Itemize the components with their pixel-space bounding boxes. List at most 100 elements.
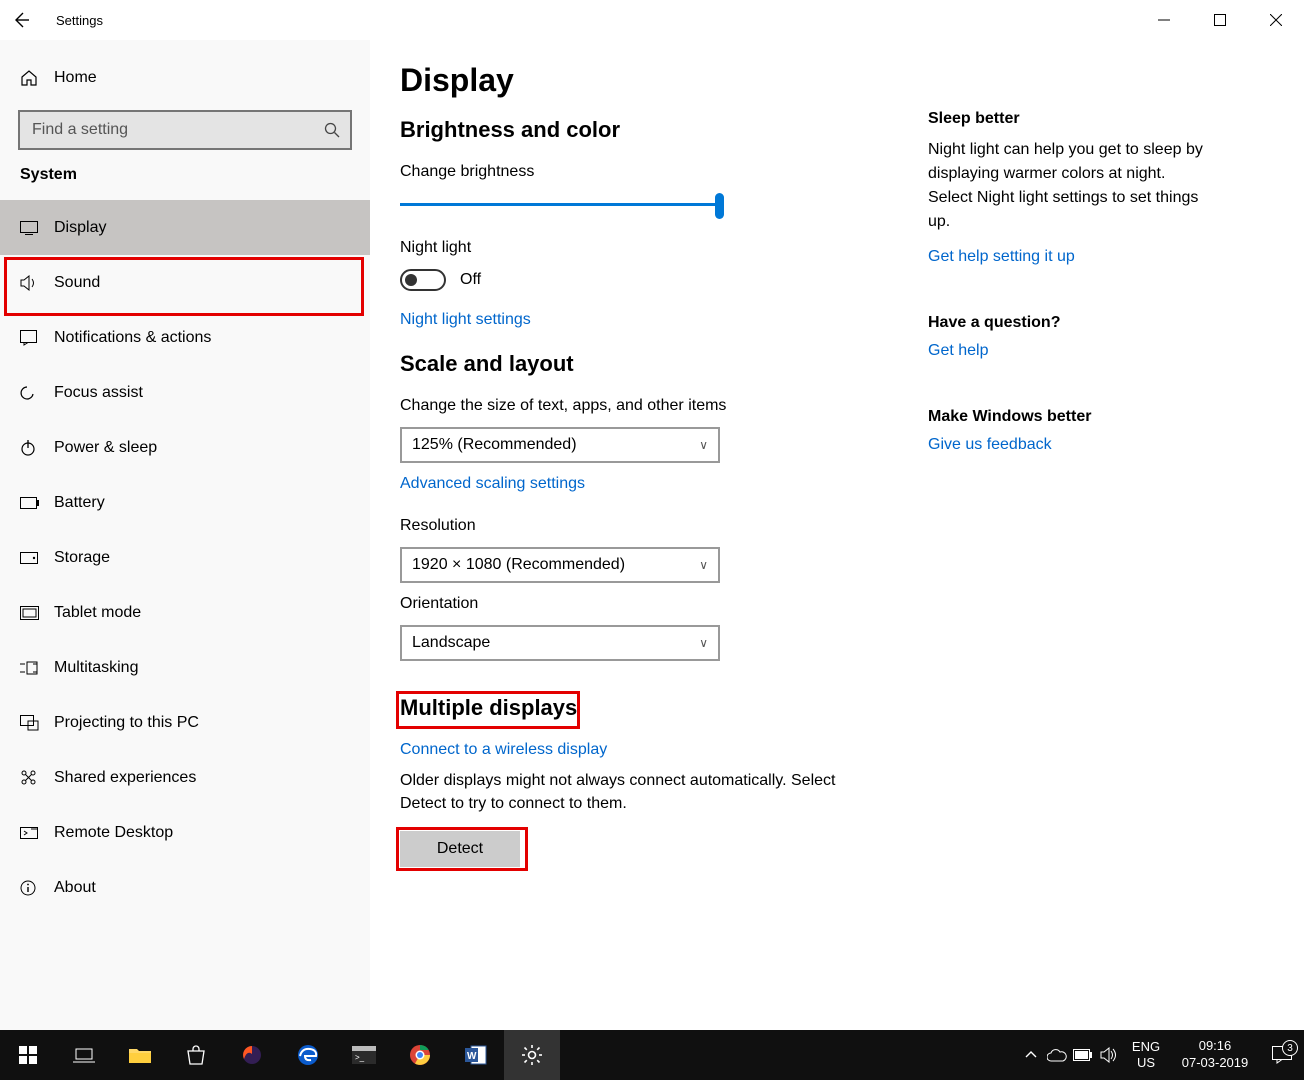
tray-battery-icon[interactable] [1070,1030,1096,1080]
tablet-icon [20,606,54,620]
wireless-display-link[interactable]: Connect to a wireless display [400,741,607,759]
tray-clock[interactable]: 09:16 07-03-2019 [1170,1038,1260,1072]
settings-sidebar: Home System Display Sound Notifications … [0,40,370,1030]
taskbar-app-terminal[interactable]: >_ [336,1030,392,1080]
orientation-value: Landscape [412,634,490,652]
nav-label: Tablet mode [54,604,141,622]
nav-item-focus-assist[interactable]: Focus assist [0,365,370,420]
taskbar-app-firefox[interactable] [224,1030,280,1080]
nav-item-about[interactable]: About [0,860,370,915]
night-light-settings-link[interactable]: Night light settings [400,311,531,329]
chevron-down-icon: ∨ [699,438,708,452]
nav-label: Focus assist [54,384,143,402]
nav-item-notifications[interactable]: Notifications & actions [0,310,370,365]
search-box[interactable] [18,110,352,150]
nav-item-projecting[interactable]: Projecting to this PC [0,695,370,750]
night-light-label: Night light [400,239,898,257]
nav-item-tablet-mode[interactable]: Tablet mode [0,585,370,640]
resolution-select[interactable]: 1920 × 1080 (Recommended) ∨ [400,547,720,583]
notification-count-badge: 3 [1282,1040,1298,1056]
taskbar-app-settings[interactable] [504,1030,560,1080]
svg-text:>_: >_ [355,1053,365,1062]
nav-item-multitasking[interactable]: Multitasking [0,640,370,695]
close-button[interactable] [1248,0,1304,40]
section-scale-heading: Scale and layout [400,351,898,377]
section-multiple-displays-heading: Multiple displays [400,695,577,721]
tray-volume-icon[interactable] [1096,1030,1122,1080]
shared-icon [20,769,54,786]
aside-feedback-link[interactable]: Give us feedback [928,436,1052,454]
taskbar-app-chrome[interactable] [392,1030,448,1080]
remote-desktop-icon [20,825,54,841]
page-title: Display [400,62,898,99]
display-icon [20,221,54,235]
system-tray: ENG US 09:16 07-03-2019 3 [1018,1030,1304,1080]
minimize-button[interactable] [1136,0,1192,40]
brightness-slider[interactable] [400,193,724,217]
nav-item-sound[interactable]: Sound [0,255,370,310]
notifications-icon [20,330,54,346]
taskbar-app-word[interactable]: W [448,1030,504,1080]
storage-icon [20,552,54,564]
nav-item-remote-desktop[interactable]: Remote Desktop [0,805,370,860]
older-displays-text: Older displays might not always connect … [400,769,870,815]
nav-item-shared-experiences[interactable]: Shared experiences [0,750,370,805]
search-input[interactable] [30,120,324,140]
nav-label: Sound [54,274,100,292]
resolution-value: 1920 × 1080 (Recommended) [412,556,625,574]
tray-language[interactable]: ENG US [1122,1039,1170,1070]
chevron-down-icon: ∨ [699,636,708,650]
multitasking-icon [20,661,54,675]
tray-onedrive-icon[interactable] [1044,1030,1070,1080]
nav-item-display[interactable]: Display [0,200,370,255]
text-size-value: 125% (Recommended) [412,436,577,454]
search-icon [324,122,340,138]
tray-overflow-icon[interactable] [1018,1030,1044,1080]
night-light-toggle[interactable]: Off [400,269,898,291]
start-button[interactable] [0,1030,56,1080]
nav-label: Battery [54,494,105,512]
brightness-label: Change brightness [400,163,898,181]
tray-action-center[interactable]: 3 [1260,1046,1304,1064]
home-icon [20,69,54,87]
orientation-select[interactable]: Landscape ∨ [400,625,720,661]
window-title: Settings [56,13,103,28]
nav-home[interactable]: Home [0,50,370,105]
sound-icon [20,275,54,291]
titlebar: Settings [0,0,1304,40]
nav-category: System [0,166,370,184]
taskbar: >_ W ENG US 09:16 07-03-2019 [0,1030,1304,1080]
detect-button[interactable]: Detect [400,831,520,867]
task-view-button[interactable] [56,1030,112,1080]
focus-assist-icon [20,384,54,401]
advanced-scaling-link[interactable]: Advanced scaling settings [400,475,585,493]
section-brightness-heading: Brightness and color [400,117,898,143]
nav-label: Notifications & actions [54,329,211,347]
nav-label: Storage [54,549,110,567]
nav-item-storage[interactable]: Storage [0,530,370,585]
nav-label: Remote Desktop [54,824,173,842]
night-light-state: Off [460,271,481,289]
nav-label: Power & sleep [54,439,157,457]
text-size-label: Change the size of text, apps, and other… [400,397,898,415]
taskbar-app-store[interactable] [168,1030,224,1080]
back-button[interactable] [0,0,42,40]
aside-question-heading: Have a question? [928,314,1208,332]
maximize-button[interactable] [1192,0,1248,40]
taskbar-app-edge[interactable] [280,1030,336,1080]
nav-label: Shared experiences [54,769,196,787]
text-size-select[interactable]: 125% (Recommended) ∨ [400,427,720,463]
nav-item-power-sleep[interactable]: Power & sleep [0,420,370,475]
aside-get-help-link[interactable]: Get help [928,342,988,360]
orientation-label: Orientation [400,595,898,613]
taskbar-app-file-explorer[interactable] [112,1030,168,1080]
projecting-icon [20,715,54,731]
slider-thumb[interactable] [715,193,724,219]
chevron-down-icon: ∨ [699,558,708,572]
power-icon [20,440,54,456]
nav-label: About [54,879,96,897]
aside-sleep-link[interactable]: Get help setting it up [928,248,1075,266]
aside-feedback-heading: Make Windows better [928,408,1208,426]
resolution-label: Resolution [400,517,898,535]
nav-item-battery[interactable]: Battery [0,475,370,530]
